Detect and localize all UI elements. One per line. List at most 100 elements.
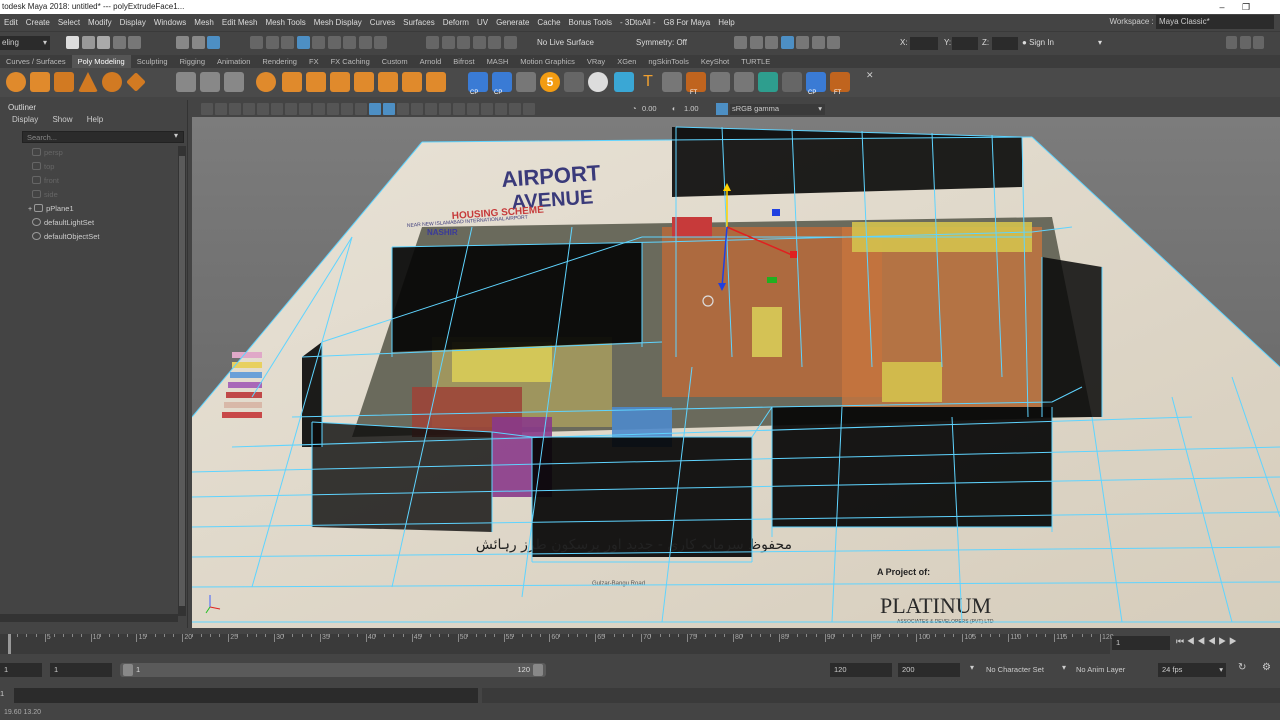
z-field[interactable]: [992, 37, 1018, 50]
resolution-gate-icon[interactable]: [285, 103, 297, 115]
color-management-icon[interactable]: [716, 103, 728, 115]
shelf-tab-turtle[interactable]: TURTLE: [735, 55, 776, 68]
outliner-horizontal-scrollbar[interactable]: [0, 614, 178, 622]
menu-surfaces[interactable]: Surfaces: [399, 15, 439, 31]
animation-end-field[interactable]: 200: [898, 663, 960, 677]
chevron-down-icon[interactable]: ▾: [970, 663, 974, 672]
plugin-icon[interactable]: [710, 72, 730, 92]
snap-view-icon[interactable]: [426, 36, 439, 49]
shelf-tab-xgen[interactable]: XGen: [611, 55, 642, 68]
undo-icon[interactable]: [112, 36, 126, 49]
exposure-value[interactable]: 0.00: [642, 104, 657, 113]
shelf-tab-keyshot[interactable]: KeyShot: [695, 55, 735, 68]
camera-attributes-icon[interactable]: [215, 103, 227, 115]
menu-mesh[interactable]: Mesh: [190, 15, 218, 31]
outliner-item-persp[interactable]: persp: [32, 147, 63, 159]
plugin-icon[interactable]: [782, 72, 802, 92]
shelf-tab-fx[interactable]: FX: [303, 55, 325, 68]
play-forward-icon[interactable]: ▶: [1218, 636, 1226, 646]
character-set-dropdown[interactable]: No Character Set: [986, 663, 1044, 677]
pause-icon[interactable]: [827, 36, 841, 49]
grid-icon[interactable]: [516, 72, 536, 92]
menu-g8-for-maya[interactable]: G8 For Maya: [660, 15, 715, 31]
render-frame-icon[interactable]: [749, 36, 763, 49]
outliner-search-input[interactable]: Search...: [22, 131, 184, 143]
depth-of-field-icon[interactable]: [467, 103, 479, 115]
history-icon[interactable]: [503, 36, 517, 49]
attribute-editor-icon[interactable]: [1239, 36, 1251, 49]
mask-icon[interactable]: [250, 36, 263, 49]
symmetry-label[interactable]: Symmetry: Off: [636, 32, 687, 54]
xray-icon[interactable]: [495, 103, 507, 115]
command-language-label[interactable]: 1: [0, 689, 4, 698]
menu-create[interactable]: Create: [22, 15, 54, 31]
menu-mesh-tools[interactable]: Mesh Tools: [261, 15, 309, 31]
poly-torus-icon[interactable]: [102, 72, 122, 92]
menu-modify[interactable]: Modify: [84, 15, 116, 31]
select-hierarchy-icon[interactable]: [176, 36, 189, 49]
shelf-tab-arnold[interactable]: Arnold: [414, 55, 448, 68]
xray-joints-icon[interactable]: [509, 103, 521, 115]
menu-uv[interactable]: UV: [473, 15, 492, 31]
outliner-item-pplane1[interactable]: + pPlane1: [28, 203, 74, 215]
anti-alias-icon[interactable]: [453, 103, 465, 115]
snap-point-icon[interactable]: [358, 36, 372, 49]
pen-icon[interactable]: [662, 72, 682, 92]
range-handle-start[interactable]: [123, 664, 133, 676]
step-back-icon[interactable]: ◀: [1187, 636, 1195, 646]
target-weld-icon[interactable]: [378, 72, 398, 92]
mode-dropdown[interactable]: eling ▾: [0, 36, 50, 50]
wireframe-on-shaded-icon[interactable]: [383, 103, 395, 115]
menu-edit-mesh[interactable]: Edit Mesh: [218, 15, 262, 31]
plugin-icon[interactable]: FT: [830, 72, 850, 96]
viewport-3d[interactable]: AIRPORT AVENUE HOUSING SCHEME NEAR NEW I…: [192, 117, 1280, 628]
snap-center-icon[interactable]: [488, 36, 502, 49]
field-chart-icon[interactable]: [313, 103, 325, 115]
exposure-icon[interactable]: ◔: [632, 104, 637, 113]
save-scene-icon[interactable]: [97, 36, 111, 49]
ipr-render-icon[interactable]: [765, 36, 779, 49]
plugin-ft-icon[interactable]: FT: [686, 72, 706, 96]
multi-cut-icon[interactable]: [354, 72, 374, 92]
smooth-icon[interactable]: [224, 72, 244, 92]
play-back-icon[interactable]: ◀: [1208, 636, 1216, 646]
render-settings-icon[interactable]: [780, 36, 794, 49]
xray-components-icon[interactable]: [523, 103, 535, 115]
append-icon[interactable]: [402, 72, 422, 92]
playback-end-field[interactable]: 120: [830, 663, 892, 677]
open-scene-icon[interactable]: [81, 36, 95, 49]
poly-cylinder-icon[interactable]: [54, 72, 74, 92]
menu-windows[interactable]: Windows: [150, 15, 190, 31]
range-handle-end[interactable]: [533, 664, 543, 676]
current-time-marker[interactable]: [8, 634, 11, 654]
x-field[interactable]: [910, 37, 938, 50]
select-component-icon[interactable]: [207, 36, 221, 49]
face-icon[interactable]: [296, 36, 310, 49]
live-surface-label[interactable]: No Live Surface: [537, 32, 594, 54]
minimize-icon[interactable]: –: [1210, 0, 1234, 14]
preferences-icon[interactable]: ⚙: [1262, 662, 1271, 673]
edge-icon[interactable]: [281, 36, 295, 49]
isolate-select-icon[interactable]: [481, 103, 493, 115]
snap-projected-icon[interactable]: [472, 36, 486, 49]
shelf-tab-rigging[interactable]: Rigging: [174, 55, 211, 68]
plugin-icon[interactable]: CP: [806, 72, 826, 96]
lights-icon[interactable]: [411, 103, 423, 115]
ambient-occlusion-icon[interactable]: [439, 103, 451, 115]
safe-title-icon[interactable]: [341, 103, 353, 115]
plugin-icon[interactable]: CP: [468, 72, 488, 96]
shelf-tab-sculpting[interactable]: Sculpting: [131, 55, 174, 68]
channel-box-icon[interactable]: [1253, 36, 1265, 49]
snap-grid-icon[interactable]: [327, 36, 341, 49]
menu-mesh-display[interactable]: Mesh Display: [310, 15, 366, 31]
menu-edit[interactable]: Edit: [0, 15, 22, 31]
loop-icon[interactable]: ↻: [1238, 662, 1246, 673]
wireframe-icon[interactable]: [355, 103, 367, 115]
t-pose-icon[interactable]: [614, 72, 634, 92]
command-input[interactable]: [14, 688, 478, 703]
textured-icon[interactable]: [397, 103, 409, 115]
playback-start-field[interactable]: 1: [50, 663, 112, 677]
outliner-item-front[interactable]: front: [32, 175, 59, 187]
shelf-tab-vray[interactable]: VRay: [581, 55, 611, 68]
image-plane-icon[interactable]: [243, 103, 255, 115]
